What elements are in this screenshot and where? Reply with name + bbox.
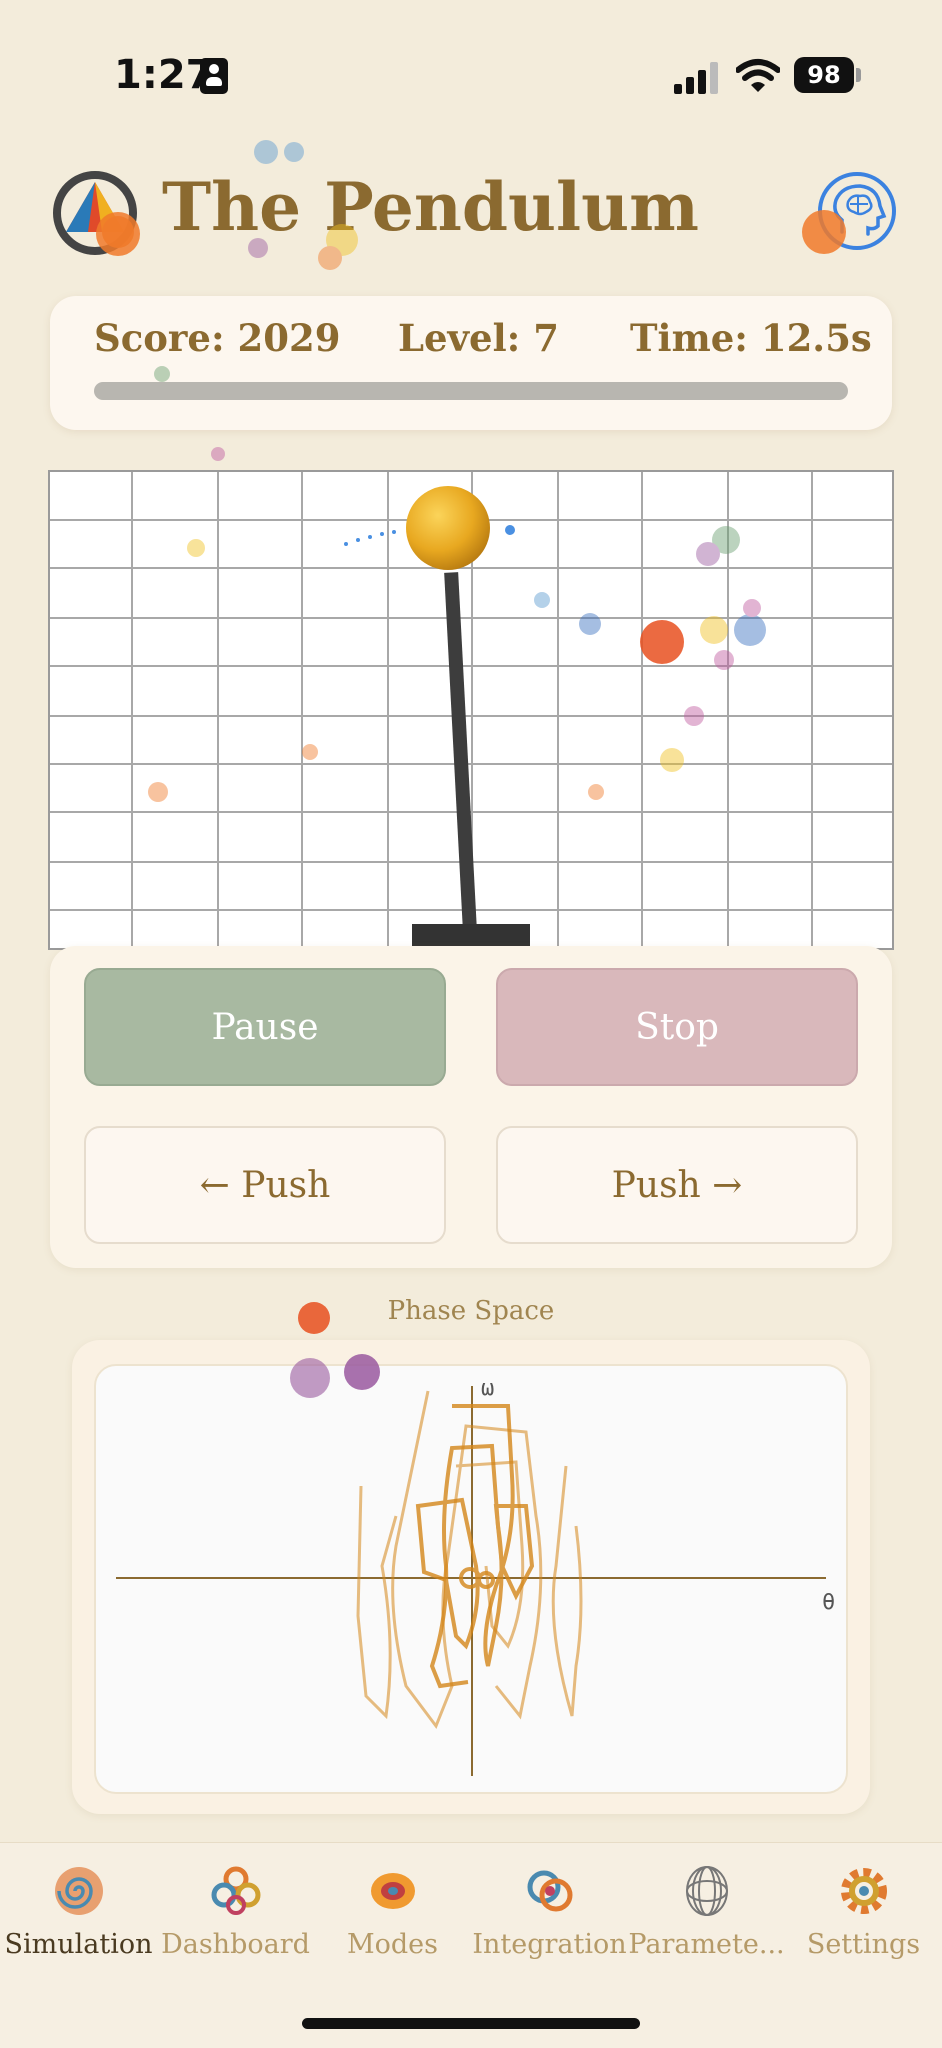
wifi-icon [736,59,780,92]
tab-integration[interactable]: Integration [471,1863,628,1960]
time-value: Time: 12.5s [630,316,872,360]
status-bar: 1:27 98 [0,0,942,150]
pendulum-rod [444,572,477,933]
phase-trajectory-canvas [116,1386,826,1776]
controls-panel: Pause Stop ← Push Push → [50,946,892,1268]
page-title: The Pendulum [162,168,699,246]
level-progress-bar [94,382,848,400]
tab-label: Modes [346,1929,439,1960]
gear-icon [840,1868,887,1914]
app-logo-icon [53,171,137,255]
pendulum-simulation[interactable] [48,470,894,950]
home-indicator[interactable] [302,2018,640,2029]
tab-label: Paramete... [628,1929,785,1960]
phase-space-plot: ω θ [94,1364,848,1794]
level-value: Level: 7 [398,316,559,360]
simulation-canvas [50,472,892,948]
tab-simulation[interactable]: Simulation [0,1863,157,1960]
theta-axis-label: θ [822,1590,836,1615]
spiral-icon [54,1867,103,1915]
tab-parameters[interactable]: Paramete... [628,1863,785,1960]
integration-icon [527,1870,572,1912]
score-value: Score: 2029 [94,316,341,360]
phase-space-label: Phase Space [387,1296,555,1326]
modes-icon [370,1873,415,1909]
status-time: 1:27 [114,52,214,98]
battery-indicator: 98 [794,57,854,93]
tab-modes[interactable]: Modes [314,1863,471,1960]
pause-button[interactable]: Pause [84,968,446,1086]
push-right-button[interactable]: Push → [496,1126,858,1244]
omega-axis-label: ω [481,1376,495,1401]
cellular-signal-icon [674,62,720,94]
tab-dashboard[interactable]: Dashboard [157,1863,314,1960]
brain-head-icon [833,184,887,236]
push-left-button[interactable]: ← Push [84,1126,446,1244]
stop-button[interactable]: Stop [496,968,858,1086]
tab-label: Integration [472,1929,627,1960]
brain-profile-button[interactable] [818,172,896,250]
tab-settings[interactable]: Settings [785,1863,942,1960]
tab-label: Dashboard [161,1929,310,1960]
pendulum-bob [406,486,490,570]
dashboard-icon [211,1866,260,1915]
parameters-icon [685,1866,728,1916]
contact-card-icon [200,58,228,94]
tab-label: Settings [806,1929,921,1960]
score-card: Score: 2029 Level: 7 Time: 12.5s [50,296,892,430]
tab-label: Simulation [4,1929,153,1960]
battery-tip [856,68,861,82]
